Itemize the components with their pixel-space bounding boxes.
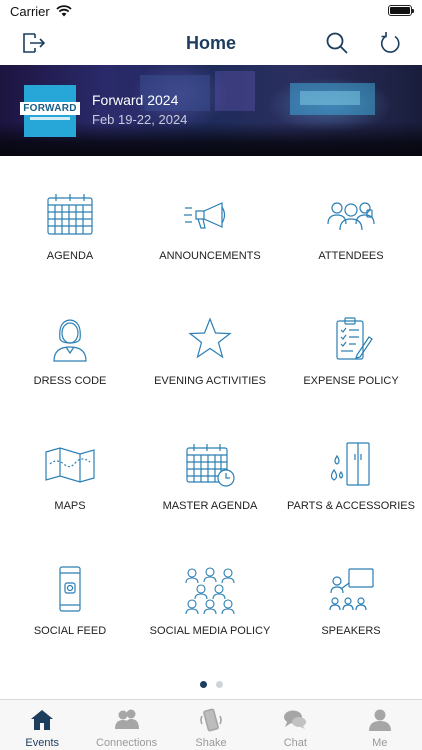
event-name: Forward 2024 [92, 92, 179, 108]
nav-bar: Home [0, 22, 422, 65]
tile-label: MASTER AGENDA [162, 500, 258, 512]
tile-label: DRESS CODE [33, 375, 107, 387]
tile-maps[interactable]: MAPS [0, 420, 140, 530]
logout-icon [23, 33, 46, 53]
event-dates: Feb 19-22, 2024 [92, 112, 188, 127]
tab-label: Shake [195, 737, 227, 749]
refresh-button[interactable] [376, 28, 406, 58]
person-silhouette-icon [368, 709, 391, 731]
tab-label: Events [25, 737, 60, 749]
phone-camera-icon [59, 566, 81, 612]
tile-label: SOCIAL FEED [33, 625, 107, 637]
tile-evening-activities[interactable]: EVENING ACTIVITIES [140, 295, 280, 405]
tile-label: ATTENDEES [318, 250, 384, 262]
wifi-icon [56, 5, 72, 17]
calendar-clock-icon [186, 444, 235, 487]
tab-chat[interactable]: Chat [253, 700, 337, 750]
clipboard-pen-icon [336, 317, 373, 360]
page-title: Home [185, 33, 236, 53]
star-icon [188, 317, 232, 359]
tile-label: SOCIAL MEDIA POLICY [149, 625, 271, 637]
tile-master-agenda[interactable]: MASTER AGENDA [140, 420, 280, 530]
refresh-icon [380, 32, 400, 53]
refrigerator-icon [330, 442, 370, 486]
tile-label: AGENDA [46, 250, 94, 262]
tile-label: MAPS [54, 500, 86, 512]
tile-label: EVENING ACTIVITIES [154, 375, 266, 387]
tile-attendees[interactable]: ATTENDEES [281, 170, 421, 280]
status-bar: Carrier [0, 0, 422, 22]
tile-label: SPEAKERS [321, 625, 381, 637]
calendar-icon [47, 194, 93, 235]
tile-label: PARTS & ACCESSORIES [287, 500, 415, 512]
page-control[interactable] [0, 681, 422, 688]
event-logo: FORWARD [20, 85, 80, 137]
tab-events[interactable]: Events [0, 700, 84, 750]
tile-label: ANNOUNCEMENTS [159, 250, 261, 262]
connections-icon [114, 709, 139, 729]
crowd-icon [185, 567, 235, 615]
map-icon [45, 447, 95, 483]
chat-bubbles-icon [284, 710, 307, 729]
megaphone-icon [184, 202, 226, 229]
tab-me[interactable]: Me [338, 700, 422, 750]
page-dot-2[interactable] [215, 681, 223, 688]
tile-dress-code[interactable]: DRESS CODE [0, 295, 140, 405]
search-icon [326, 32, 348, 54]
event-banner[interactable]: FORWARD Forward 2024 Feb 19-22, 2024 [0, 65, 422, 156]
tile-expense-policy[interactable]: EXPENSE POLICY [281, 295, 421, 405]
tile-label: EXPENSE POLICY [303, 375, 399, 387]
tile-agenda[interactable]: AGENDA [0, 170, 140, 280]
search-button[interactable] [322, 28, 352, 58]
tile-social-media-policy[interactable]: SOCIAL MEDIA POLICY [140, 545, 280, 655]
logout-button[interactable] [18, 28, 48, 58]
presenter-icon [329, 568, 374, 611]
tile-speakers[interactable]: SPEAKERS [281, 545, 421, 655]
tab-label: Chat [283, 737, 307, 749]
tab-shake[interactable]: Shake [169, 700, 253, 750]
tile-announcements[interactable]: ANNOUNCEMENTS [140, 170, 280, 280]
tab-label: Connections [96, 737, 158, 749]
people-group-icon [327, 202, 375, 231]
page-dot-1[interactable] [199, 681, 207, 688]
tab-bar: Events Connections Shake Chat Me [0, 699, 422, 750]
shake-phone-icon [200, 708, 222, 732]
tile-parts-accessories[interactable]: PARTS & ACCESSORIES [281, 420, 421, 530]
event-logo-text: FORWARD [20, 102, 80, 115]
battery-icon [388, 5, 414, 16]
person-icon [53, 319, 87, 362]
tile-social-feed[interactable]: SOCIAL FEED [0, 545, 140, 655]
tab-label: Me [372, 737, 388, 749]
carrier-label: Carrier [10, 3, 50, 19]
house-icon [31, 710, 54, 730]
tab-connections[interactable]: Connections [84, 700, 168, 750]
